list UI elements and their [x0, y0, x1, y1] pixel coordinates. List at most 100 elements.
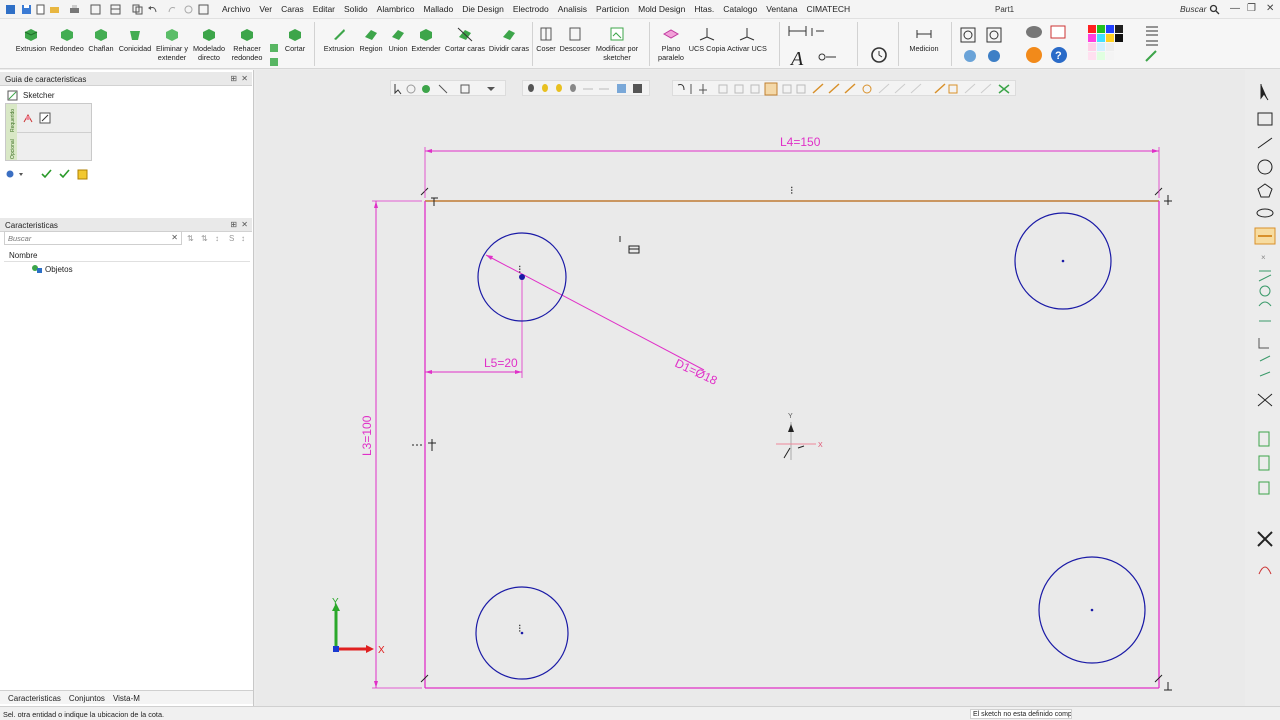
modificar-sketcher-button[interactable]: Modificar por sketcher	[592, 25, 642, 62]
menu-caras[interactable]: Caras	[281, 4, 304, 14]
menu-particion[interactable]: Particion	[596, 4, 629, 14]
pattern-icon[interactable]	[1258, 481, 1270, 495]
menu-alambrico[interactable]: Alambrico	[377, 4, 415, 14]
filter-icons[interactable]: ⇅ ⇅ ↕ S ↕	[186, 232, 250, 244]
dim-d1-label[interactable]: D1=Ø18	[673, 356, 720, 388]
menu-solido[interactable]: Solido	[344, 4, 368, 14]
menu-cimatech[interactable]: CIMATECH	[806, 4, 850, 14]
dim-l4-label[interactable]: L4=150	[780, 135, 821, 149]
options-icon[interactable]	[198, 4, 209, 15]
pin-icon[interactable]: ⊞	[230, 220, 237, 229]
sketch-canvas[interactable]: ⁝ L4=150 L3=100 L5=20 D1=Ø18 ⁝ ⁝ Y X Y X	[256, 70, 1245, 706]
open-folder-icon[interactable]	[49, 4, 60, 15]
redondeo-button[interactable]: Redondeo	[49, 25, 85, 54]
extrusion-button[interactable]: Extrusion	[14, 25, 48, 54]
extend-2d-icon[interactable]	[1259, 355, 1271, 362]
sketch-edit-icon[interactable]	[39, 112, 51, 124]
apply-icon[interactable]	[59, 169, 70, 179]
tab-conjuntos[interactable]: Conjuntos	[69, 694, 105, 704]
menu-editar[interactable]: Editar	[313, 4, 335, 14]
split-small-icon[interactable]	[268, 42, 280, 54]
plano-paralelo-button[interactable]: Plano paralelo	[652, 25, 690, 62]
region-button[interactable]: Region	[357, 25, 385, 54]
coser-button[interactable]: Coser	[534, 25, 558, 54]
circle-center-point[interactable]	[1090, 608, 1094, 612]
ucs-copia-button[interactable]: UCS Copia	[688, 25, 726, 54]
tree-column-header[interactable]: Nombre	[4, 250, 250, 262]
arc-icon[interactable]	[1259, 285, 1271, 297]
print-icon[interactable]	[69, 4, 80, 15]
menu-catalogo[interactable]: Catalogo	[723, 4, 757, 14]
undo-icon[interactable]	[147, 4, 158, 15]
redo-icon[interactable]	[167, 4, 178, 15]
cortar-caras-button[interactable]: Cortar caras	[443, 25, 487, 54]
layout-icon[interactable]	[110, 4, 121, 15]
ok-icon[interactable]	[41, 169, 52, 179]
more-tools-icon[interactable]: ×	[1261, 253, 1266, 262]
minimize-icon[interactable]: —	[1230, 3, 1240, 14]
search-icon[interactable]	[1209, 4, 1220, 15]
restore-icon[interactable]: ❐	[1247, 3, 1256, 14]
cancel-icon[interactable]	[77, 169, 88, 180]
sketch-viewport[interactable]: ⁝ L4=150 L3=100 L5=20 D1=Ø18 ⁝ ⁝ Y X Y X	[256, 70, 1245, 706]
close-icon[interactable]: ✕	[241, 220, 248, 229]
view-icon[interactable]	[90, 4, 101, 15]
color-palette-icon[interactable]	[1086, 23, 1176, 67]
menu-mold-design[interactable]: Mold Design	[638, 4, 685, 14]
shell-small-icon[interactable]	[268, 56, 280, 68]
polygon-icon[interactable]	[1257, 183, 1273, 198]
menu-electrodo[interactable]: Electrodo	[513, 4, 549, 14]
dim-l5-label[interactable]: L5=20	[484, 356, 518, 370]
tree-item-objetos[interactable]: Objetos	[45, 265, 73, 274]
circle-center-point[interactable]	[1061, 259, 1065, 263]
menu-mallado[interactable]: Mallado	[423, 4, 453, 14]
dim-l3-label[interactable]: L3=100	[360, 415, 374, 456]
options-icon[interactable]	[6, 170, 24, 178]
descoser-button[interactable]: Descoser	[558, 25, 592, 54]
tab-vista-m[interactable]: Vista-M	[113, 694, 140, 704]
menu-ver[interactable]: Ver	[259, 4, 272, 14]
close-icon[interactable]: ✕	[1266, 3, 1274, 14]
close-icon[interactable]: ✕	[241, 74, 248, 83]
tools-icon[interactable]	[1257, 531, 1273, 547]
dimension-tools-group[interactable]: A	[786, 23, 838, 67]
menu-analisis[interactable]: Analisis	[558, 4, 587, 14]
modelado-directo-button[interactable]: Modelado directo	[191, 25, 227, 62]
misc-tools-group[interactable]: ?	[1022, 23, 1072, 67]
new-file-icon[interactable]	[35, 4, 46, 15]
view-tools-group[interactable]	[958, 25, 1008, 65]
conicidad-button[interactable]: Conicidad	[117, 25, 153, 54]
copy-2d-icon[interactable]	[1258, 455, 1270, 471]
extender-button[interactable]: Extender	[410, 25, 442, 54]
spline-icon[interactable]	[1258, 301, 1272, 307]
profile-icon[interactable]	[22, 112, 34, 124]
menu-htas[interactable]: Htas.	[694, 4, 714, 14]
circle-icon[interactable]	[1257, 159, 1273, 175]
tab-caracteristicas[interactable]: Caracteristicas	[8, 694, 61, 704]
chamfer-2d-icon[interactable]	[1259, 371, 1271, 377]
menu-ventana[interactable]: Ventana	[766, 4, 797, 14]
face-extrusion-button[interactable]: Extrusion	[321, 25, 357, 54]
search-label[interactable]: Buscar	[1180, 4, 1206, 14]
dividir-caras-button[interactable]: Dividir caras	[487, 25, 531, 54]
union-button[interactable]: Union	[385, 25, 411, 54]
dimension-l5[interactable]: L5=20	[425, 277, 523, 378]
mirror-icon[interactable]	[1258, 431, 1270, 447]
refresh-icon[interactable]	[183, 4, 194, 15]
menu-die-design[interactable]: Die Design	[462, 4, 504, 14]
regenerate-icon[interactable]	[869, 45, 889, 65]
app-logo-icon[interactable]	[5, 4, 16, 15]
rehacer-redondeo-button[interactable]: Rehacer redondeo	[229, 25, 265, 62]
feature-search-input[interactable]	[5, 232, 165, 244]
trim-icon[interactable]	[1257, 393, 1273, 407]
chaflan-button[interactable]: Chaflan	[86, 25, 116, 54]
save-icon[interactable]	[21, 4, 32, 15]
rectangle-icon[interactable]	[1257, 112, 1273, 126]
slot-icon[interactable]	[1256, 208, 1274, 218]
curve-icon[interactable]	[1258, 566, 1272, 575]
copy-icon[interactable]	[132, 4, 143, 15]
cortar-button[interactable]: Cortar	[281, 25, 309, 54]
line-icon[interactable]	[1257, 137, 1273, 149]
eliminar-extender-button[interactable]: Eliminar y extender	[154, 25, 190, 62]
pin-icon[interactable]: ⊞	[230, 74, 237, 83]
